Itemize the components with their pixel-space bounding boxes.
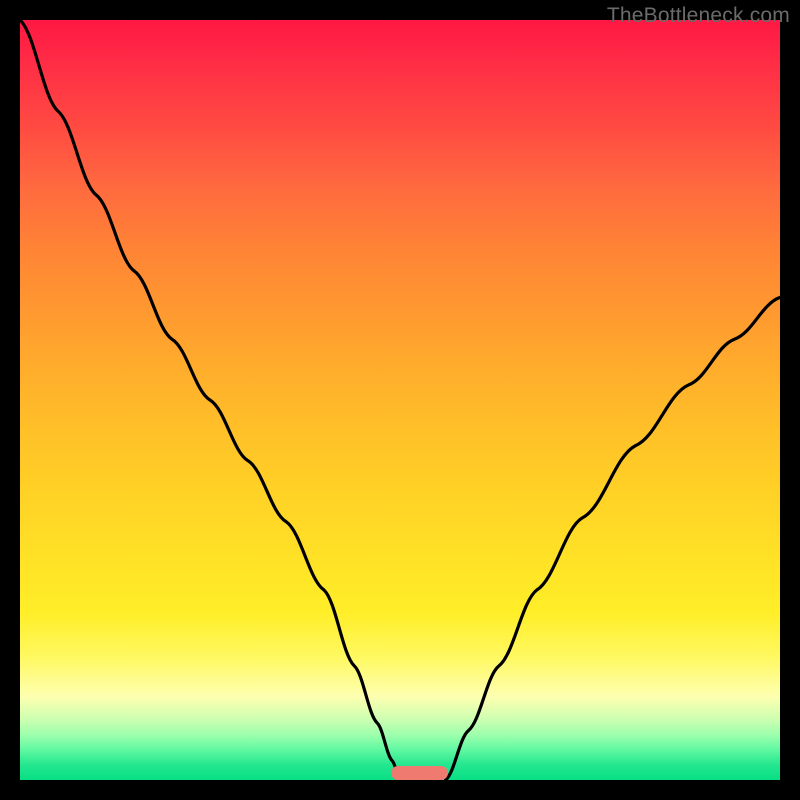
minimum-marker (391, 766, 448, 780)
left-branch-curve (20, 20, 400, 780)
curve-layer (20, 20, 780, 780)
right-branch-curve (446, 297, 780, 780)
plot-area (20, 20, 780, 780)
chart-frame: TheBottleneck.com (0, 0, 800, 800)
watermark-text: TheBottleneck.com (607, 4, 790, 28)
